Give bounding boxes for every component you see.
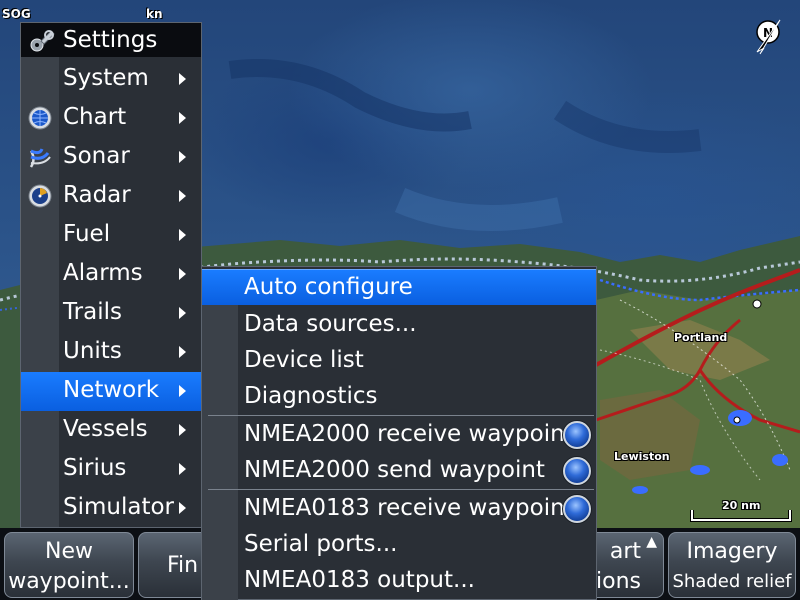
settings-item-sirius[interactable]: Sirius [21,450,201,489]
menu-divider [208,415,594,416]
settings-item-alarms[interactable]: Alarms [21,255,201,294]
settings-title: Settings [63,27,158,53]
scale-label: 20 nm [722,499,761,512]
network-item-nmea2000-receive-waypoint[interactable]: NMEA2000 receive waypoint [202,417,596,453]
settings-item-label: Alarms [63,260,143,286]
settings-item-label: Simulator [63,494,175,520]
chevron-right-icon [179,268,186,280]
settings-item-label: Fuel [63,221,111,247]
network-item-label: Serial ports... [244,531,398,557]
toggle-indicator-icon[interactable] [563,495,591,523]
toggle-indicator-icon[interactable] [563,457,591,485]
chevron-right-icon [179,307,186,319]
settings-item-label: System [63,65,149,91]
chevron-right-icon [179,73,186,85]
settings-item-label: Radar [63,182,131,208]
new-waypoint-line1: New [45,539,93,564]
menu-divider [208,489,594,490]
settings-item-trails[interactable]: Trails [21,294,201,333]
imagery-button[interactable]: Imagery Shaded relief [668,532,796,598]
network-submenu: Auto configure Data sources... Device li… [201,266,597,600]
network-item-label: Auto configure [244,274,413,300]
sog-label: SOG [2,7,31,21]
caret-up-icon: ▲ [646,534,657,550]
city-label-portland: Portland [674,331,728,344]
imagery-label: Imagery [686,539,778,564]
network-item-auto-configure[interactable]: Auto configure [202,269,596,305]
chevron-right-icon [179,385,186,397]
settings-item-simulator[interactable]: Simulator [21,489,201,528]
settings-item-fuel[interactable]: Fuel [21,216,201,255]
city-label-lewiston: Lewiston [614,450,670,463]
settings-item-label: Units [63,338,122,364]
chevron-right-icon [179,112,186,124]
network-item-label: NMEA2000 receive waypoint [244,421,574,447]
settings-item-chart[interactable]: Chart [21,99,201,138]
settings-item-units[interactable]: Units [21,333,201,372]
radar-icon [28,184,52,208]
chevron-right-icon [179,346,186,358]
settings-header: Settings [21,23,201,57]
sog-unit: kn [146,7,163,21]
settings-item-sonar[interactable]: Sonar [21,138,201,177]
chevron-right-icon [179,502,186,514]
chevron-right-icon [179,190,186,202]
sonar-icon [28,145,52,169]
settings-item-system[interactable]: System [21,60,201,99]
settings-item-label: Chart [63,104,127,130]
chevron-right-icon [179,424,186,436]
chevron-right-icon [179,151,186,163]
network-item-label: Device list [244,347,364,373]
network-item-label: NMEA2000 send waypoint [244,457,545,483]
north-arrow-icon[interactable]: N [754,18,784,58]
new-waypoint-button[interactable]: New waypoint... [4,532,134,598]
network-item-serial-ports[interactable]: Serial ports... [202,527,596,563]
chevron-right-icon [179,229,186,241]
settings-menu: Settings System Chart Sonar Radar Fuel A… [20,22,202,528]
chevron-right-icon [179,463,186,475]
globe-icon [28,106,52,130]
network-item-label: Data sources... [244,311,417,337]
network-item-nmea0183-receive-waypoint[interactable]: NMEA0183 receive waypoint [202,491,596,527]
network-item-data-sources[interactable]: Data sources... [202,307,596,343]
network-item-label: NMEA0183 receive waypoint [244,495,574,521]
toggle-indicator-icon[interactable] [563,421,591,449]
network-item-nmea0183-output[interactable]: NMEA0183 output... [202,563,596,599]
network-item-diagnostics[interactable]: Diagnostics [202,379,596,415]
network-item-label: Diagnostics [244,383,378,409]
settings-item-vessels[interactable]: Vessels [21,411,201,450]
settings-item-label: Vessels [63,416,148,442]
settings-item-label: Sonar [63,143,130,169]
network-item-label: NMEA0183 output... [244,567,475,593]
settings-item-network[interactable]: Network [21,372,201,411]
new-waypoint-line2: waypoint... [8,569,130,594]
network-item-nmea2000-send-waypoint[interactable]: NMEA2000 send waypoint [202,453,596,489]
imagery-value: Shaded relief [672,571,792,592]
settings-item-label: Sirius [63,455,127,481]
wrench-gear-icon [29,29,55,53]
settings-item-label: Network [63,377,160,403]
settings-item-radar[interactable]: Radar [21,177,201,216]
settings-item-label: Trails [63,299,122,325]
network-item-device-list[interactable]: Device list [202,343,596,379]
